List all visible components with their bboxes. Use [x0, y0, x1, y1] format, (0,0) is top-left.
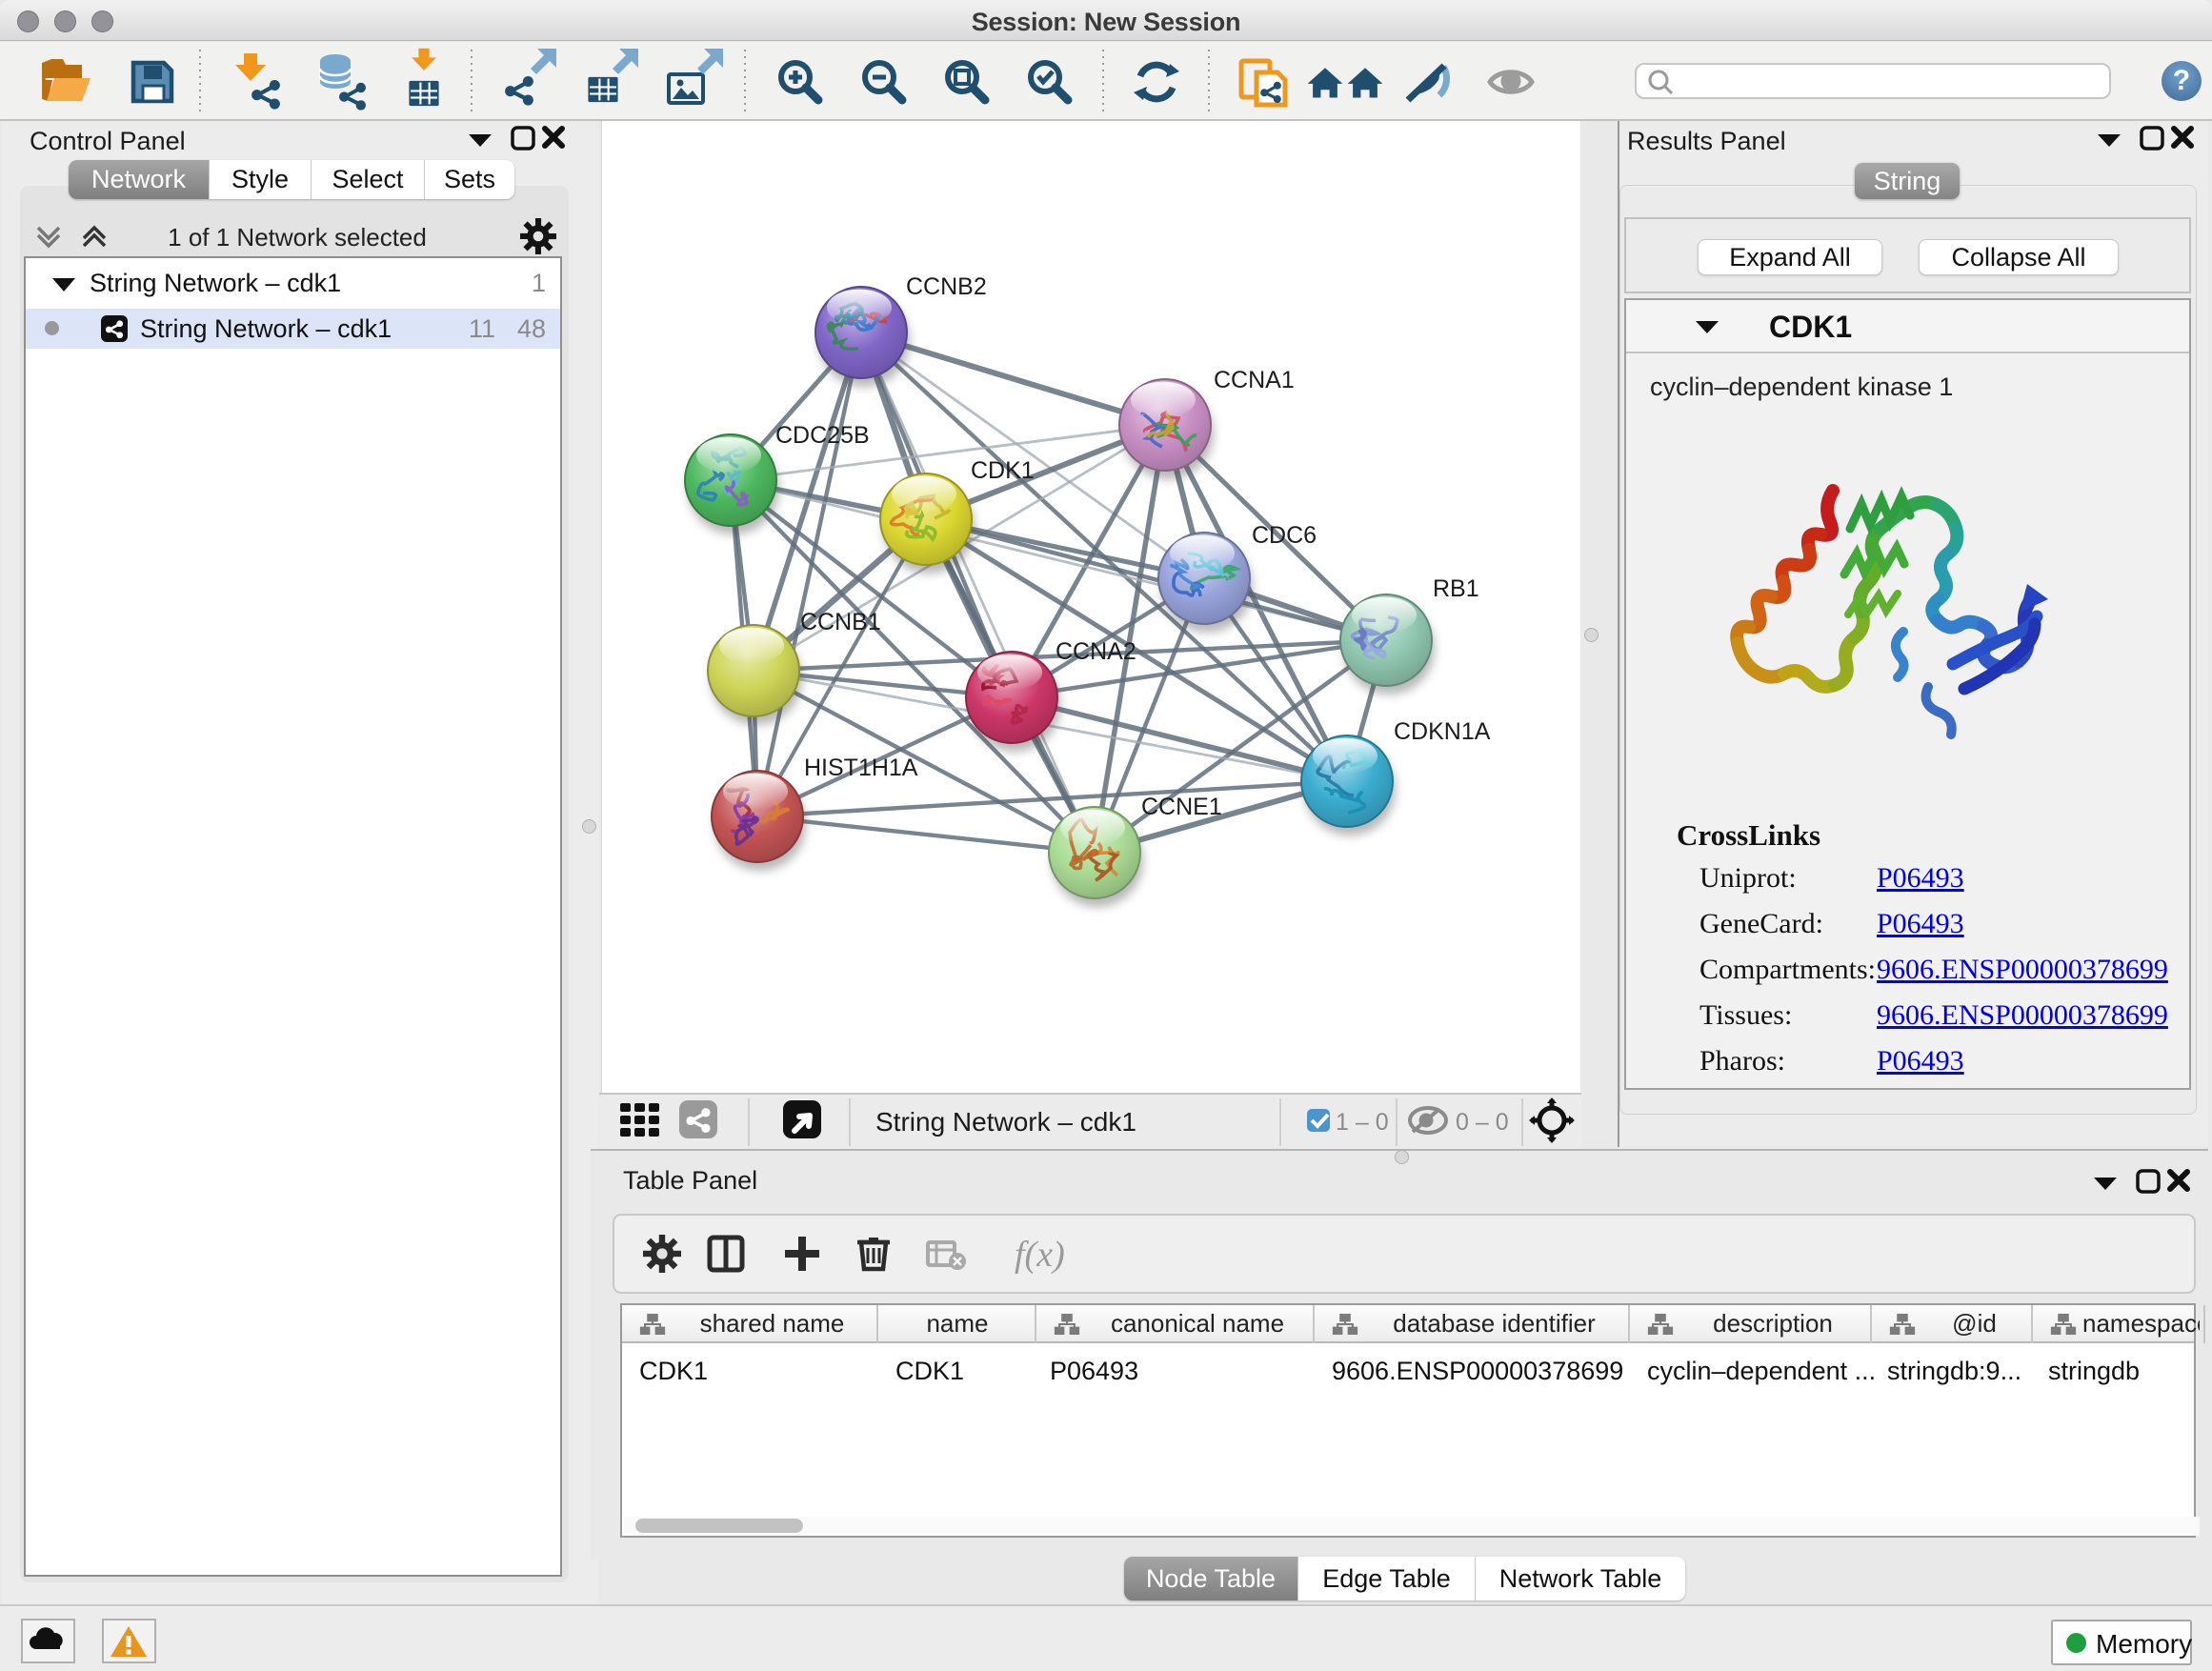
svg-text:CCNB1: CCNB1	[800, 609, 881, 635]
svg-text:CDC6: CDC6	[1252, 522, 1317, 549]
svg-text:CCNE1: CCNE1	[1141, 794, 1222, 820]
svg-text:CCNB2: CCNB2	[906, 273, 987, 300]
svg-text:CCNA2: CCNA2	[1056, 638, 1136, 665]
svg-text:CCNA1: CCNA1	[1214, 367, 1295, 393]
svg-text:CDK1: CDK1	[971, 457, 1035, 484]
svg-text:RB1: RB1	[1433, 575, 1479, 602]
svg-text:CDC25B: CDC25B	[775, 422, 870, 449]
svg-text:HIST1H1A: HIST1H1A	[804, 755, 918, 781]
svg-text:f(x): f(x)	[1015, 1235, 1065, 1275]
svg-text:CDKN1A: CDKN1A	[1394, 718, 1491, 745]
